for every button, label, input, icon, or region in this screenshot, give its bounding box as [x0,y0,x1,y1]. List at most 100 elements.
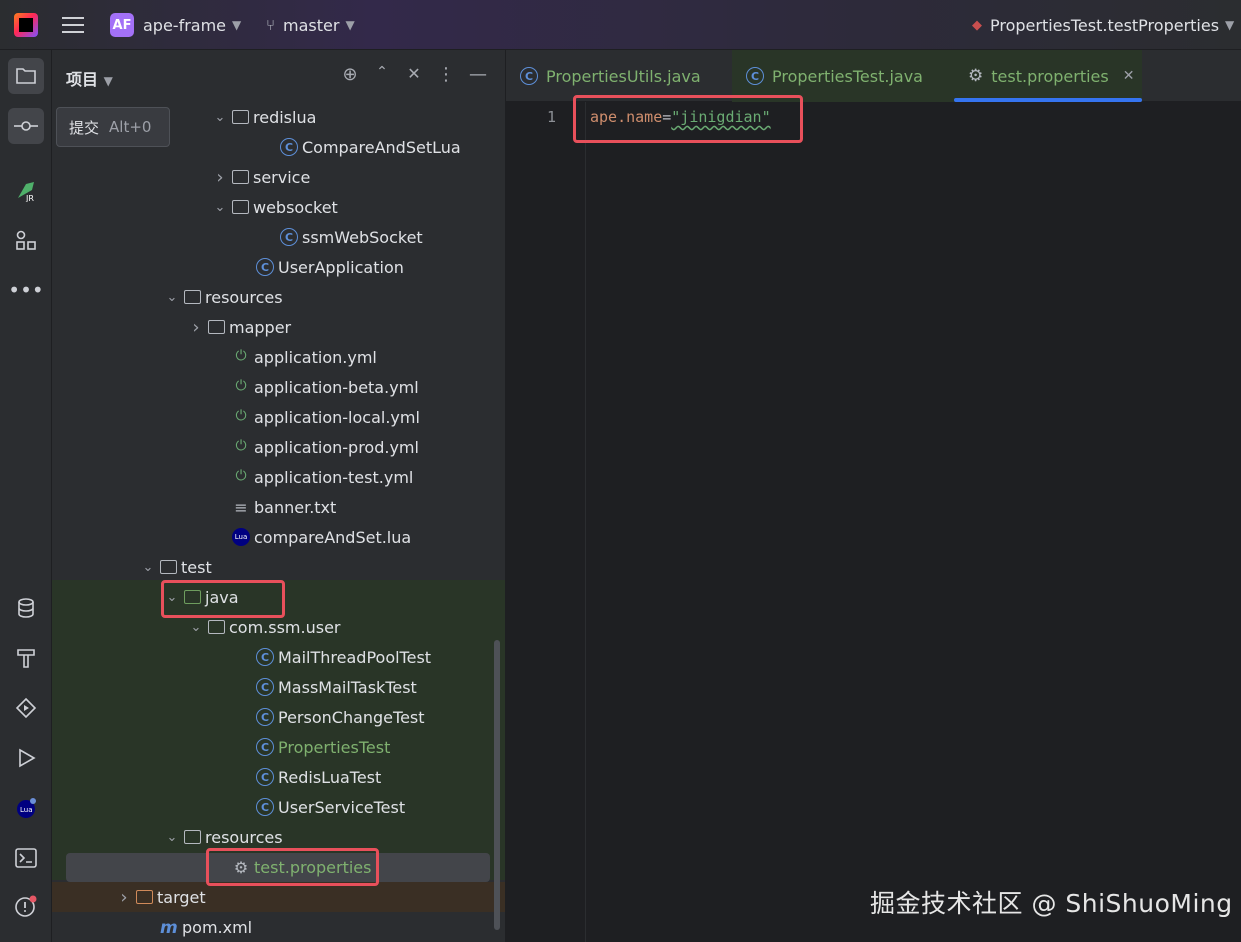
tree-item[interactable]: › target [52,882,492,912]
tree-item[interactable]: ⏻ application-test.yml [52,462,492,492]
close-tab-icon[interactable]: ✕ [1123,68,1135,84]
services-icon[interactable] [8,690,44,726]
branch-selector[interactable]: ⑂ master ▼ [266,0,355,50]
tree-item[interactable]: CssmWebSocket [52,222,492,252]
database-icon[interactable] [8,590,44,626]
options-icon[interactable]: ⋮ [434,64,458,88]
build-hammer-icon[interactable] [8,640,44,676]
text-file-icon: ≡ [234,498,248,517]
tree-item[interactable]: ⌄ test [52,552,492,582]
tree-item[interactable]: ⏻ application-prod.yml [52,432,492,462]
tree-item-label: UserApplication [278,257,404,277]
chevron-down-icon[interactable]: ⌄ [140,560,156,575]
maven-icon: m [160,918,178,938]
tree-item[interactable]: ⏻ application-beta.yml [52,372,492,402]
tree-item-label: resources [205,827,283,847]
svg-text:Lua: Lua [20,806,33,814]
branch-name: master [283,15,340,35]
locate-icon[interactable]: ⊕ [338,64,362,88]
line-number: 1 [546,108,556,126]
collapse-all-icon[interactable]: ✕ [402,64,426,88]
class-icon: C [256,798,274,816]
tree-item[interactable]: ⏻ application.yml [52,342,492,372]
tree-item[interactable]: › service [52,162,492,192]
terminal-icon[interactable] [8,840,44,876]
tree-item-label: test [181,557,212,577]
main-menu-icon[interactable] [62,0,84,50]
folder-icon [232,170,249,184]
spring-yml-icon: ⏻ [235,438,247,454]
run-config-selector[interactable]: ◆ PropertiesTest.testProperties ▼ [972,0,1234,50]
expand-all-icon[interactable]: ⌃ [370,64,394,88]
panel-title[interactable]: 项目 ▼ [66,66,113,90]
chevron-right-icon[interactable]: › [188,317,204,338]
tooltip-shortcut: Alt+0 [109,118,152,136]
chevron-down-icon[interactable]: ⌄ [212,110,228,125]
class-icon: C [746,67,764,85]
editor-area: C PropertiesUtils.java C PropertiesTest.… [506,50,1241,942]
lua-icon[interactable]: Lua [8,790,44,826]
tree-item-label: websocket [253,197,338,217]
lua-file-icon: Lua [232,528,250,546]
tree-item[interactable]: C UserApplication [52,252,492,282]
more-tools-icon[interactable]: ••• [8,272,44,308]
tab-test-properties[interactable]: ⚙ test.properties ✕ [954,50,1142,102]
chevron-down-icon[interactable]: ⌄ [188,620,204,635]
tree-item[interactable]: Lua compareAndSet.lua [52,522,492,552]
spring-yml-icon: ⏻ [235,468,247,484]
chevron-right-icon[interactable]: › [212,167,228,188]
tree-item-label: pom.xml [182,917,253,937]
tree-item[interactable]: C MailThreadPoolTest [52,642,492,672]
folder-icon [208,620,225,634]
class-icon: C [256,678,274,696]
chevron-down-icon[interactable]: ⌄ [164,290,180,305]
gear-icon: ⚙ [968,66,984,86]
tree-item-label: application-prod.yml [254,437,419,457]
tree-item[interactable]: C PropertiesTest [52,732,492,762]
tree-item[interactable]: C PersonChangeTest [52,702,492,732]
tab-label: PropertiesTest.java [772,66,923,86]
folder-icon [184,290,201,304]
tree-item[interactable]: C MassMailTaskTest [52,672,492,702]
hide-panel-icon[interactable]: — [466,64,490,88]
project-selector[interactable]: ape-frame ▼ [143,0,241,50]
project-badge[interactable]: AF [110,13,134,37]
project-panel: 项目 ▼ ⊕ ⌃ ✕ ⋮ — ⌄ redislua C CompareAndSetLu… [52,50,506,942]
tree-item[interactable]: ⌄ websocket [52,192,492,222]
folder-icon [232,200,249,214]
folder-icon [184,830,201,844]
chevron-down-icon[interactable]: ⌄ [164,830,180,845]
class-icon: C [256,768,274,786]
chevron-right-icon[interactable]: › [116,887,132,908]
watermark: 掘金技术社区 @ ShiShuoMing [870,889,1233,918]
tree-item[interactable]: ≡ banner.txt [52,492,492,522]
tree-item-label: CompareAndSetLua [302,137,461,157]
project-folder-icon[interactable] [8,58,44,94]
problems-icon[interactable] [8,888,44,924]
tree-item[interactable]: ⏻ application-local.yml [52,402,492,432]
tree-item[interactable]: C UserServiceTest [52,792,492,822]
test-properties-highlight [206,848,379,886]
jrebel-rocket-icon[interactable]: JR [8,172,44,208]
tree-item[interactable]: › mapper [52,312,492,342]
tree-item-label: PersonChangeTest [278,707,425,727]
tree-item-label: target [157,887,206,907]
tab-label: PropertiesUtils.java [546,66,701,86]
commit-icon[interactable] [8,108,44,144]
run-icon[interactable] [8,740,44,776]
tree-item-label: mapper [229,317,292,337]
tree-item[interactable]: C RedisLuaTest [52,762,492,792]
tree-item[interactable]: m pom.xml [52,912,492,942]
spring-yml-icon: ⏻ [235,348,247,364]
tree-item-label: resources [205,287,283,307]
tree-item[interactable]: ⌄ resources [52,282,492,312]
left-toolbar: JR ••• Lua [0,50,52,942]
structure-icon[interactable] [8,222,44,258]
chevron-down-icon[interactable]: ⌄ [212,200,228,215]
folder-icon [208,320,225,334]
tree-scrollbar[interactable] [494,640,500,930]
intellij-logo-icon[interactable] [14,13,38,37]
tree-item-label: redislua [253,107,317,127]
class-icon: C [256,258,274,276]
line-gutter [506,102,586,942]
